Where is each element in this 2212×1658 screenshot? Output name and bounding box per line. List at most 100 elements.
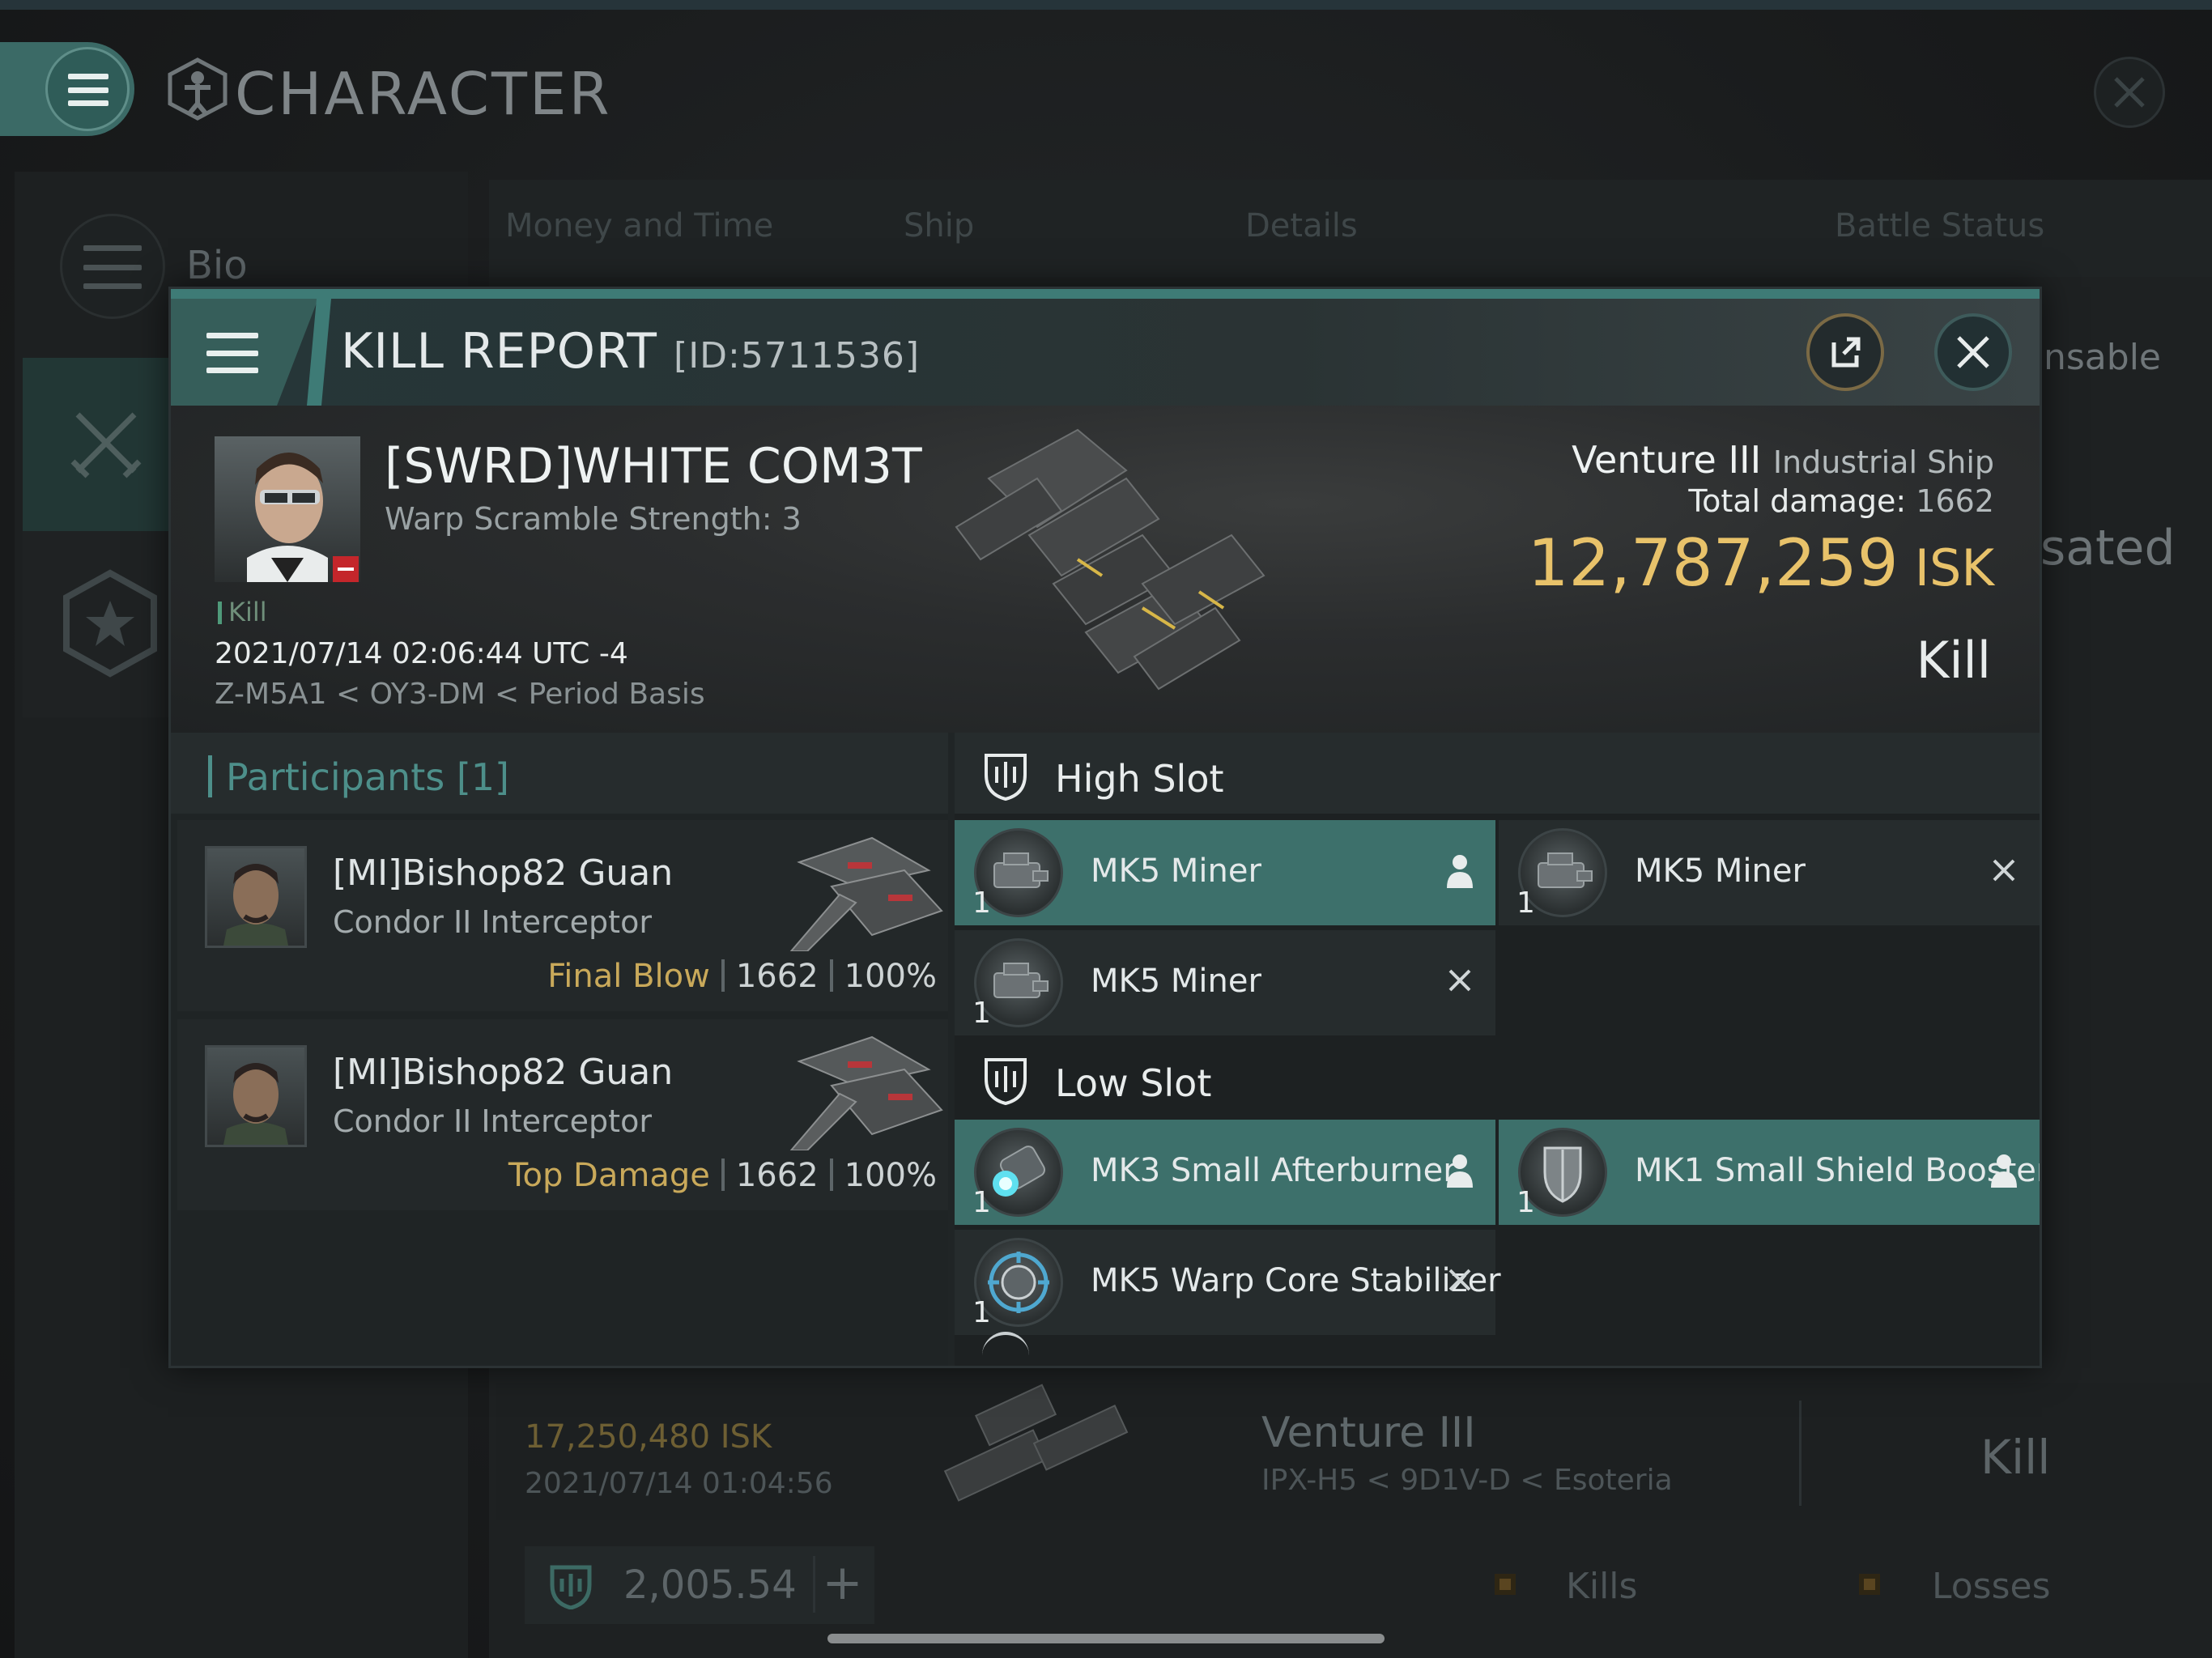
external-link-icon	[1831, 337, 1861, 368]
module-name: MK5 Miner	[1635, 852, 1806, 890]
module-row[interactable]: 1 MK1 Small Shield Booster	[1499, 1120, 2040, 1225]
divider	[829, 959, 833, 992]
module-quantity: 1	[1516, 886, 1535, 920]
module-name: MK3 Small Afterburner	[1091, 1152, 1457, 1189]
kill-tag: Kill	[218, 597, 267, 627]
low-slot-header: Low Slot	[955, 1037, 2040, 1118]
wallet-icon	[550, 1565, 592, 1609]
previous-kill-ship: Venture III	[1261, 1409, 1476, 1457]
sidebar-item-battle[interactable]	[23, 358, 185, 531]
module-quantity: 1	[972, 997, 991, 1030]
share-button[interactable]	[1806, 313, 1884, 391]
high-slot-icon	[985, 754, 1027, 801]
ship-icon	[789, 1035, 943, 1150]
participant-ship: Condor II Interceptor	[333, 1103, 652, 1139]
ship-icon	[789, 836, 943, 951]
warp-scramble-strength: Warp Scramble Strength: 3	[385, 501, 802, 537]
top-damage-label: Top Damage	[508, 1157, 710, 1194]
module-row[interactable]: 1 MK5 Miner	[955, 820, 1495, 925]
tab-bar: Money and Time Ship Details Battle Statu…	[489, 180, 2212, 277]
kill-summary: [SWRD]WHITE COM3T Warp Scramble Strength…	[171, 406, 2040, 733]
participant-row[interactable]: [MI]Bishop82 Guan Condor II Interceptor …	[177, 1019, 948, 1210]
main-menu-button[interactable]	[0, 42, 134, 136]
destroyed-x-icon	[1448, 1269, 1471, 1291]
victim-name[interactable]: [SWRD]WHITE COM3T	[385, 438, 922, 495]
module-quantity: 1	[1516, 1186, 1535, 1219]
previous-kill-location: IPX-H5 < 9D1V-D < Esoteria	[1261, 1464, 1673, 1497]
window-title: CHARACTER	[235, 60, 612, 128]
low-slot-icon	[985, 1058, 1027, 1105]
previous-kill-result: Kill	[1980, 1430, 2051, 1485]
participant-avatar	[223, 864, 288, 946]
ship-name[interactable]: Venture III	[1572, 438, 1761, 482]
module-name: MK1 Small Shield Booster	[1635, 1152, 2040, 1189]
fitting-panel: High Slot 1 MK5 Miner 1 MK5 Miner 1 MK5 …	[955, 733, 2040, 1366]
module-name: MK5 Warp Core Stabilizer	[1091, 1262, 1501, 1299]
avatar	[205, 846, 307, 948]
participants-header[interactable]: Participants [1]	[171, 733, 948, 814]
character-icon	[168, 57, 228, 121]
app-screen: CHARACTER Bio Money and Time Ship Detail…	[0, 0, 2212, 1658]
tab-battle-status[interactable]: Battle Status	[1835, 207, 2044, 244]
total-damage-label: Total damage:	[1688, 483, 1907, 519]
bio-icon-circle	[60, 214, 165, 319]
losses-legend-swatch	[1859, 1574, 1880, 1595]
add-funds-button[interactable]: +	[813, 1556, 870, 1613]
wallet-value: 2,005.54	[623, 1562, 797, 1608]
divider	[721, 1158, 725, 1191]
module-row[interactable]: 1 MK3 Small Afterburner	[955, 1120, 1495, 1225]
final-blow-label: Final Blow	[547, 958, 710, 995]
dropped-person-icon	[1447, 1154, 1473, 1188]
divider	[1799, 1401, 1802, 1506]
star-badge-icon	[63, 569, 157, 678]
kill-report-dialog: KILL REPORT [ID:5711536] [SWRD]WHITE COM…	[168, 287, 2042, 1368]
close-button[interactable]	[1934, 313, 2012, 391]
participant-row[interactable]: [MI]Bishop82 Guan Condor II Interceptor …	[177, 820, 948, 1011]
kills-legend-label[interactable]: Kills	[1566, 1566, 1637, 1607]
destroyed-x-icon	[1448, 969, 1471, 992]
participant-name[interactable]: [MI]Bishop82 Guan	[333, 1052, 673, 1093]
dialog-title: KILL REPORT [ID:5711536]	[341, 323, 920, 380]
participant-name[interactable]: [MI]Bishop82 Guan	[333, 852, 673, 894]
participant-damage: 1662	[735, 958, 819, 995]
module-row[interactable]: 1 MK5 Miner	[1499, 820, 2040, 925]
kills-legend-swatch	[1495, 1574, 1516, 1595]
participant-ship: Condor II Interceptor	[333, 904, 652, 940]
sidebar-item-medals[interactable]	[23, 531, 185, 717]
home-indicator[interactable]	[827, 1634, 1385, 1643]
kill-result: Kill	[1916, 631, 1991, 690]
module-row[interactable]: 1 MK5 Miner	[955, 930, 1495, 1035]
participants-title: Participants [1]	[226, 755, 509, 799]
tab-ship[interactable]: Ship	[904, 207, 974, 244]
kill-date: 2021/07/14 02:06:44 UTC -4	[215, 637, 628, 670]
participant-stats: Final Blow 1662 100%	[547, 958, 937, 995]
dialog-title-text: KILL REPORT	[341, 323, 657, 380]
background-stub-text: nsable	[2044, 337, 2161, 378]
participant-stats: Top Damage 1662 100%	[508, 1157, 937, 1194]
victim-ship-image	[955, 428, 1266, 691]
window-close-button[interactable]	[2094, 57, 2165, 128]
main-menu-circle	[45, 47, 130, 131]
kill-location[interactable]: Z-M5A1 < OY3-DM < Period Basis	[215, 678, 705, 711]
ship-icon	[943, 1384, 1129, 1502]
top-strip	[0, 0, 2212, 10]
participant-damage: 1662	[735, 1157, 819, 1194]
total-damage-value: 1662	[1916, 483, 1994, 519]
tab-details[interactable]: Details	[1245, 207, 1358, 244]
isk-value-line: 12,787,259 ISK	[1528, 525, 1994, 601]
module-row[interactable]: 1 MK5 Warp Core Stabilizer	[955, 1230, 1501, 1335]
crossed-swords-icon	[70, 412, 142, 478]
module-name: MK5 Miner	[1091, 852, 1261, 890]
participant-percent: 100%	[844, 958, 937, 995]
module-quantity: 1	[972, 1296, 991, 1329]
close-icon	[2114, 77, 2145, 108]
victim-portrait[interactable]	[215, 436, 360, 582]
tab-money-and-time[interactable]: Money and Time	[505, 207, 773, 244]
total-damage-line: Total damage: 1662	[1688, 483, 1994, 519]
standing-badge	[333, 556, 359, 582]
losses-legend-label[interactable]: Losses	[1932, 1566, 2051, 1607]
participant-percent: 100%	[844, 1157, 937, 1194]
high-slot-title: High Slot	[1055, 757, 1224, 801]
hamburger-icon	[68, 74, 108, 106]
module-quantity: 1	[972, 1186, 991, 1219]
